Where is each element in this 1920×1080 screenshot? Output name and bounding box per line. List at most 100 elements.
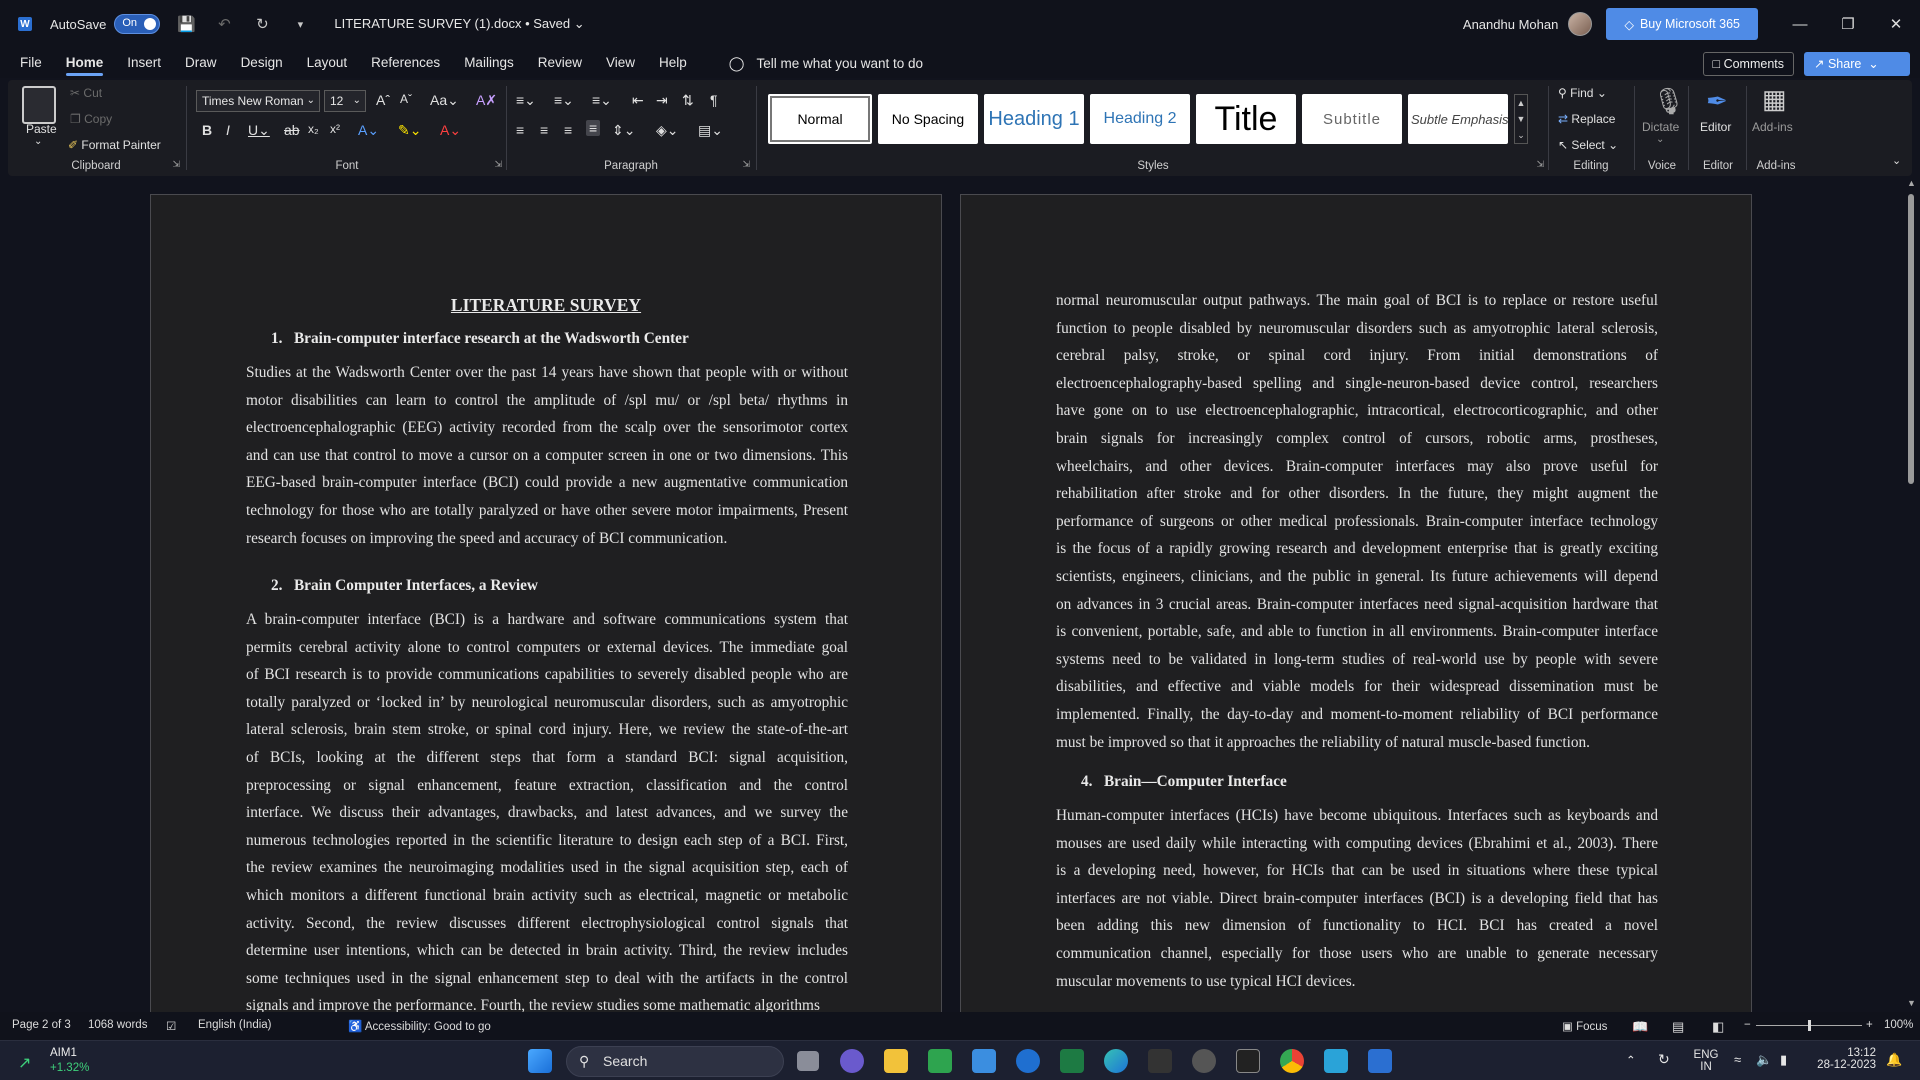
taskbar-search[interactable]: ⚲ Search: [566, 1046, 784, 1077]
styles-scroll[interactable]: ▲ ▼ ⌄: [1514, 94, 1528, 144]
styles-launcher-icon[interactable]: ⇲: [1536, 159, 1544, 170]
customize-toolbar-icon[interactable]: ▾: [288, 18, 312, 31]
autosave-toggle[interactable]: On: [114, 14, 161, 34]
battery-icon[interactable]: ▮: [1780, 1052, 1787, 1068]
notepad-icon[interactable]: [1324, 1049, 1348, 1073]
tab-mailings[interactable]: Mailings: [452, 48, 526, 78]
increase-indent-icon[interactable]: ⇥: [656, 92, 668, 109]
addins-grid-icon[interactable]: ▦: [1762, 84, 1787, 115]
editor-button[interactable]: Editor: [1700, 120, 1731, 134]
share-button[interactable]: ↗ Share ⌄: [1804, 52, 1910, 76]
scroll-down-icon[interactable]: ▼: [1907, 998, 1916, 1008]
read-mode-icon[interactable]: 📖: [1632, 1019, 1648, 1035]
decrease-font-size-icon[interactable]: Aˇ: [400, 92, 412, 106]
bold-icon[interactable]: B: [202, 122, 212, 138]
tab-view[interactable]: View: [594, 48, 647, 78]
align-right-icon[interactable]: ≡: [564, 122, 572, 138]
collapse-ribbon-icon[interactable]: ⌄: [1892, 154, 1901, 167]
microphone-icon[interactable]: 🎙: [1652, 86, 1685, 117]
vertical-scrollbar[interactable]: ▲ ▼: [1904, 176, 1920, 1012]
align-center-icon[interactable]: ≡: [540, 122, 548, 138]
tab-insert[interactable]: Insert: [115, 48, 173, 78]
tab-design[interactable]: Design: [229, 48, 295, 78]
paste-icon[interactable]: [22, 86, 56, 124]
tab-references[interactable]: References: [359, 48, 452, 78]
bullets-icon[interactable]: ≡⌄: [516, 92, 536, 109]
font-size-box[interactable]: 12 ⌄: [324, 90, 366, 112]
minimize-icon[interactable]: —: [1776, 16, 1824, 33]
format-painter-button[interactable]: ✐ Format Painter: [68, 138, 161, 152]
accessibility-status[interactable]: ♿ Accessibility: Good to go: [348, 1019, 491, 1033]
scroll-up-icon[interactable]: ▲: [1907, 178, 1916, 188]
align-left-icon[interactable]: ≡: [516, 122, 524, 138]
style-subtitle[interactable]: Subtitle: [1302, 94, 1402, 144]
wifi-icon[interactable]: ≈: [1734, 1052, 1741, 1067]
font-name-box[interactable]: Times New Roman ⌄: [196, 90, 320, 112]
tab-help[interactable]: Help: [647, 48, 699, 78]
page-right[interactable]: normal neuromuscular output pathways. Th…: [960, 194, 1752, 1012]
paste-button[interactable]: Paste: [26, 122, 57, 136]
style-heading-1[interactable]: Heading 1: [984, 94, 1084, 144]
zoom-slider-thumb[interactable]: [1808, 1020, 1811, 1031]
addins-button[interactable]: Add-ins: [1752, 120, 1793, 134]
save-icon[interactable]: 💾: [174, 15, 198, 33]
cut-button[interactable]: ✂ Cut: [70, 86, 102, 100]
justify-icon[interactable]: ≡: [586, 120, 601, 136]
comments-button[interactable]: □ Comments: [1702, 52, 1794, 76]
find-button[interactable]: ⚲ Find ⌄: [1558, 86, 1607, 100]
edge-icon[interactable]: [1104, 1049, 1128, 1073]
tell-me-search[interactable]: ◯ Tell me what you want to do: [729, 55, 923, 72]
zoom-in-icon[interactable]: +: [1866, 1019, 1873, 1031]
tab-layout[interactable]: Layout: [295, 48, 360, 78]
store-icon[interactable]: [1016, 1049, 1040, 1073]
page-left[interactable]: LITERATURE SURVEY 1. Brain-computer inte…: [150, 194, 942, 1012]
undo-icon[interactable]: ↶: [212, 15, 236, 33]
mail-icon[interactable]: [972, 1049, 996, 1073]
close-icon[interactable]: ✕: [1872, 15, 1920, 33]
user-name[interactable]: Anandhu Mohan: [1463, 17, 1558, 32]
web-layout-icon[interactable]: ◧: [1712, 1019, 1724, 1035]
clipboard-launcher-icon[interactable]: ⇲: [172, 159, 180, 170]
line-spacing-icon[interactable]: ⇕⌄: [612, 122, 635, 139]
notifications-icon[interactable]: 🔔: [1886, 1052, 1902, 1068]
terminal-icon[interactable]: [1236, 1049, 1260, 1073]
restore-icon[interactable]: ❐: [1824, 15, 1872, 33]
font-color-icon[interactable]: A⌄: [440, 122, 461, 139]
print-layout-icon[interactable]: ▤: [1672, 1019, 1684, 1035]
font-launcher-icon[interactable]: ⇲: [494, 159, 502, 170]
sync-icon[interactable]: ↻: [1658, 1051, 1670, 1068]
copy-button[interactable]: ❐ Copy: [70, 112, 112, 126]
clock[interactable]: 13:12 28-12-2023: [1810, 1047, 1876, 1071]
style-normal[interactable]: Normal: [768, 94, 872, 144]
paragraph-launcher-icon[interactable]: ⇲: [742, 159, 750, 170]
replace-button[interactable]: ⇄ Replace: [1558, 112, 1615, 126]
superscript-icon[interactable]: x²: [330, 122, 340, 136]
camera-icon[interactable]: [1192, 1049, 1216, 1073]
excel-icon[interactable]: [1060, 1049, 1084, 1073]
focus-button[interactable]: ▣ Focus: [1562, 1019, 1607, 1033]
tab-home[interactable]: Home: [54, 48, 116, 78]
tray-overflow-icon[interactable]: ⌃: [1626, 1053, 1636, 1067]
tab-review[interactable]: Review: [526, 48, 594, 78]
word-taskbar-icon[interactable]: [1368, 1049, 1392, 1073]
redo-icon[interactable]: ↻: [250, 15, 274, 33]
dictate-dropdown-icon[interactable]: ⌄: [1656, 134, 1664, 145]
numbering-icon[interactable]: ≡⌄: [554, 92, 574, 109]
editor-pen-icon[interactable]: ✒: [1706, 86, 1728, 117]
italic-icon[interactable]: I: [226, 122, 230, 138]
style-heading-2[interactable]: Heading 2: [1090, 94, 1190, 144]
app-icon-dark[interactable]: [1148, 1049, 1172, 1073]
underline-icon[interactable]: U⌄: [248, 122, 270, 139]
text-effects-icon[interactable]: A⌄: [358, 122, 379, 139]
shading-icon[interactable]: ◈⌄: [656, 122, 679, 139]
zoom-out-icon[interactable]: −: [1744, 1019, 1751, 1031]
scroll-thumb[interactable]: [1908, 194, 1914, 484]
dictate-button[interactable]: Dictate: [1642, 120, 1679, 134]
avatar[interactable]: [1568, 12, 1593, 36]
language[interactable]: English (India): [198, 1019, 272, 1031]
pilcrow-icon[interactable]: ¶: [710, 92, 718, 108]
start-icon[interactable]: [528, 1049, 552, 1073]
sheets-app-icon[interactable]: [928, 1049, 952, 1073]
teams-chat-icon[interactable]: [840, 1049, 864, 1073]
page-count[interactable]: Page 2 of 3: [12, 1019, 71, 1031]
